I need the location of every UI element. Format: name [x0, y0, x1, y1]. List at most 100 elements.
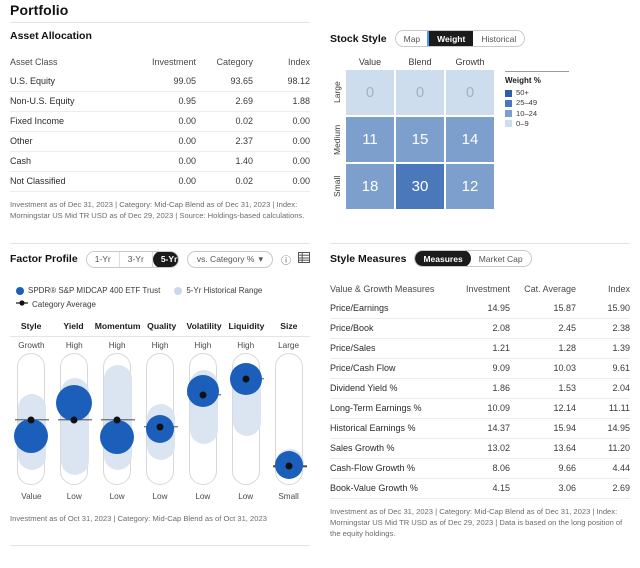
- category-average-dot: [27, 416, 35, 424]
- cell-category: 0.02: [235, 116, 253, 126]
- asset-allocation-footnote: Investment as of Dec 31, 2023 | Category…: [10, 199, 305, 220]
- legend-range: 5-Yr Historical Range: [174, 286, 262, 295]
- stock-style-box: Value Blend Growth Large Medium Small 0 …: [330, 57, 630, 209]
- factor-track-size[interactable]: [267, 353, 310, 485]
- factor-investment-bubble[interactable]: [14, 418, 49, 453]
- cell-cat-average: 9.66: [558, 463, 576, 473]
- tab-5yr[interactable]: 5-Yr: [152, 251, 178, 267]
- table-row: Cash 0.00 1.40 0.00: [10, 151, 310, 171]
- factor-track-style[interactable]: [10, 353, 53, 485]
- stylebox-row-labels: Large Medium Small: [330, 70, 344, 209]
- row-label: Cash: [10, 156, 32, 166]
- factor-profile-title: Factor Profile: [10, 253, 78, 265]
- legend-title: Weight %: [505, 76, 541, 85]
- factor-track-liquidity[interactable]: [224, 353, 267, 485]
- info-icon[interactable]: ⓘ: [281, 252, 291, 267]
- factor-track-momentum[interactable]: [96, 353, 139, 485]
- factor-period-tabs[interactable]: 1-Yr 3-Yr 5-Yr: [85, 250, 179, 268]
- cell-cat-average: 1.28: [558, 343, 576, 353]
- style-measures-title: Style Measures: [330, 252, 407, 265]
- factor-profile-divider: [10, 243, 310, 244]
- legend-swatch-25to49: [505, 99, 512, 107]
- stock-style-panel: Stock Style Map Weight Historical Value …: [330, 30, 630, 209]
- table-row: Dividend Yield % 1.86 1.53 2.04: [330, 378, 630, 398]
- stylebox-cell-medium-value[interactable]: 11: [346, 117, 394, 162]
- tab-historical[interactable]: Historical: [473, 31, 525, 46]
- col-investment: Investment: [151, 56, 196, 67]
- factor-investment-bubble[interactable]: [100, 420, 135, 455]
- factor-high-style: Growth: [18, 341, 45, 350]
- cell-investment: 9.09: [492, 363, 510, 373]
- legend-swatch-0to9: [505, 120, 512, 128]
- tab-3yr[interactable]: 3-Yr: [119, 251, 153, 267]
- stylebox-cell-medium-blend[interactable]: 15: [396, 117, 444, 162]
- table-row: Price/Cash Flow 9.09 10.03 9.61: [330, 358, 630, 378]
- stylebox-cell-small-growth[interactable]: 12: [446, 164, 494, 209]
- col-label-value: Value: [358, 57, 382, 67]
- cell-index: 0.00: [292, 136, 310, 146]
- cell-investment: 0.00: [178, 156, 196, 166]
- tab-weight[interactable]: Weight: [429, 31, 474, 46]
- factor-profile-footnote: Investment as of Oct 31, 2023 | Category…: [10, 514, 267, 523]
- stylebox-cell-large-blend[interactable]: 0: [396, 70, 444, 115]
- cell-index: 4.44: [612, 463, 630, 473]
- factor-high-volatility: High: [194, 341, 212, 350]
- col-cat-average: Cat. Average: [524, 283, 576, 294]
- style-measures-tabs[interactable]: Measures Market Cap: [414, 250, 532, 267]
- row-label: Price/Sales: [330, 343, 376, 353]
- compare-dropdown[interactable]: vs. Category % ▾: [186, 250, 273, 268]
- table-row: Not Classified 0.00 0.02 0.00: [10, 171, 310, 191]
- cell-category: 1.40: [235, 156, 253, 166]
- table-view-icon[interactable]: [298, 250, 310, 268]
- row-label: Fixed Income: [10, 116, 65, 126]
- row-label: Price/Book: [330, 323, 374, 333]
- factor-investment-bubble[interactable]: [56, 384, 93, 421]
- cell-index: 1.39: [612, 343, 630, 353]
- stylebox-cell-medium-growth[interactable]: 14: [446, 117, 494, 162]
- portfolio-page: Portfolio Asset Allocation Asset Class I…: [0, 0, 640, 568]
- legend-label: 0–9: [516, 118, 529, 128]
- stylebox-cell-small-value[interactable]: 18: [346, 164, 394, 209]
- cell-investment: 99.05: [173, 76, 196, 86]
- factor-track-yield[interactable]: [53, 353, 96, 485]
- legend-series: SPDR® S&P MIDCAP 400 ETF Trust: [16, 286, 160, 295]
- tab-1yr[interactable]: 1-Yr: [86, 251, 120, 267]
- legend-item: 0–9: [505, 119, 569, 129]
- legend-row-series: SPDR® S&P MIDCAP 400 ETF Trust 5-Yr Hist…: [16, 286, 310, 295]
- factor-track-quality[interactable]: [139, 353, 182, 485]
- tab-map[interactable]: Map: [395, 31, 430, 46]
- factor-profile-panel: Factor Profile 1-Yr 3-Yr 5-Yr vs. Catego…: [10, 250, 310, 546]
- col-label-blend: Blend: [408, 57, 432, 67]
- cell-index: 0.00: [292, 156, 310, 166]
- cell-index: 2.69: [612, 483, 630, 493]
- cell-cat-average: 2.45: [558, 323, 576, 333]
- tab-market-cap[interactable]: Market Cap: [470, 251, 531, 266]
- col-index: Index: [287, 56, 310, 67]
- stock-style-tabs[interactable]: Map Weight Historical: [394, 30, 526, 47]
- legend-average-label: Category Average: [32, 299, 96, 309]
- table-row: Long-Term Earnings % 10.09 12.14 11.11: [330, 398, 630, 418]
- legend-item: 25–49: [505, 98, 569, 108]
- cell-index: 0.00: [292, 176, 310, 186]
- stylebox-cell-large-value[interactable]: 0: [346, 70, 394, 115]
- table-view-icon-svg: [298, 252, 310, 263]
- col-label-growth: Growth: [455, 57, 485, 67]
- cell-cat-average: 15.87: [553, 303, 576, 313]
- stylebox-cell-large-growth[interactable]: 0: [446, 70, 494, 115]
- row-label: Cash-Flow Growth %: [330, 463, 416, 473]
- weight-legend: Weight % 50+ 25–49 10–24 0–9: [505, 71, 569, 129]
- factor-low-yield: Low: [66, 492, 82, 501]
- cell-index: 11.11: [608, 403, 630, 413]
- cell-cat-average: 15.94: [553, 423, 576, 433]
- title-divider: [10, 22, 310, 23]
- tab-measures[interactable]: Measures: [415, 251, 471, 266]
- row-label: Sales Growth %: [330, 443, 395, 453]
- legend-swatch-50plus: [505, 89, 512, 97]
- cell-investment: 0.00: [178, 136, 196, 146]
- style-measures-panel: Style Measures Measures Market Cap Value…: [330, 250, 630, 539]
- style-measures-header: Style Measures Measures Market Cap: [330, 250, 630, 267]
- table-header-row: Asset Class Investment Category Index: [10, 52, 310, 72]
- factor-track-volatility[interactable]: [181, 353, 224, 485]
- stylebox-cell-small-blend[interactable]: 30: [396, 164, 444, 209]
- row-label: Price/Earnings: [330, 303, 389, 313]
